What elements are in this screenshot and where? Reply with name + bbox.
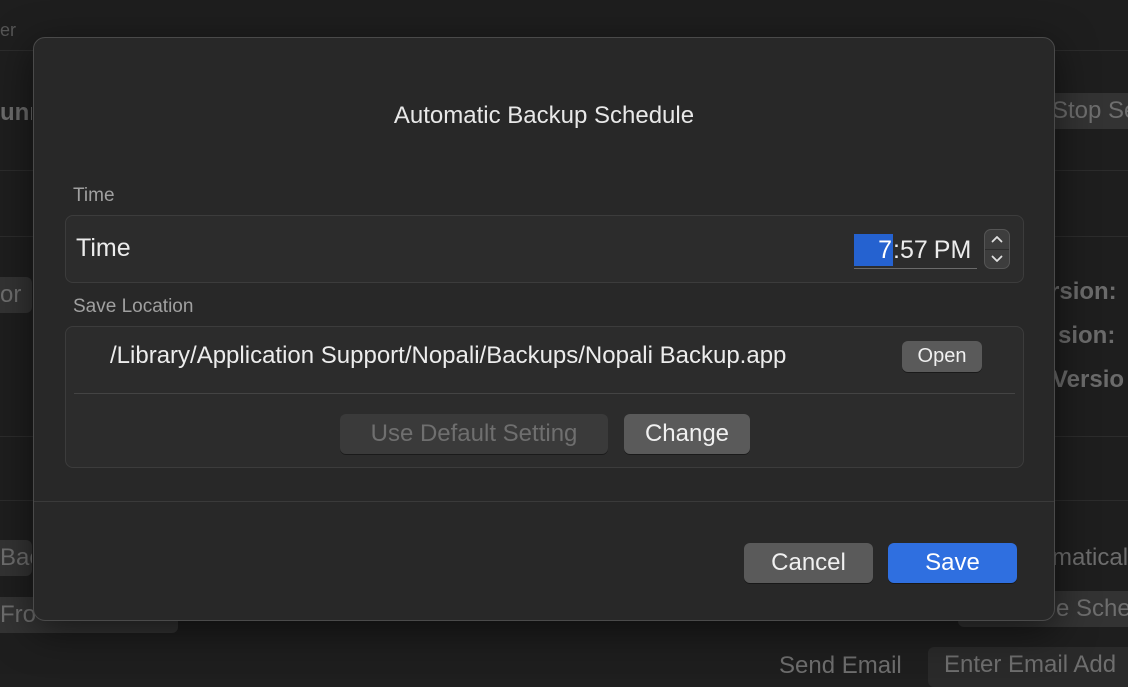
save-location-section-label: Save Location xyxy=(73,296,194,317)
background-button: Bac xyxy=(0,540,32,576)
time-colon: : xyxy=(893,235,900,264)
chevron-up-icon xyxy=(991,236,1003,243)
background-text: matical xyxy=(1052,544,1128,571)
background-label: Send Email xyxy=(779,652,902,679)
save-path-text: /Library/Application Support/Nopali/Back… xyxy=(110,342,787,369)
time-row-label: Time xyxy=(76,234,131,262)
group-divider xyxy=(74,393,1015,394)
cancel-button[interactable]: Cancel xyxy=(744,543,873,583)
time-group: Time 7 : 57 PM xyxy=(65,215,1024,283)
hour-segment[interactable]: 7 xyxy=(854,234,893,266)
ampm-segment[interactable]: PM xyxy=(934,234,972,266)
backup-schedule-dialog: Automatic Backup Schedule Time Time 7 : … xyxy=(33,37,1055,621)
stepper-up-button[interactable] xyxy=(985,230,1009,248)
stepper-down-button[interactable] xyxy=(985,248,1009,268)
time-section-label: Time xyxy=(73,185,115,206)
dialog-title: Automatic Backup Schedule xyxy=(393,102,695,129)
background-text: sion: xyxy=(1058,322,1116,349)
time-stepper[interactable] xyxy=(984,229,1010,269)
dialog-separator xyxy=(34,501,1054,502)
open-button[interactable]: Open xyxy=(902,341,982,372)
save-location-group: /Library/Application Support/Nopali/Back… xyxy=(65,326,1024,468)
background-button: Stop Se xyxy=(1044,93,1128,129)
background-text: Versio xyxy=(1052,366,1125,393)
save-button[interactable]: Save xyxy=(888,543,1017,583)
change-button[interactable]: Change xyxy=(624,414,750,454)
time-picker-field[interactable]: 7 : 57 PM xyxy=(854,232,977,269)
background-email-field: Enter Email Add xyxy=(928,647,1128,687)
minute-segment[interactable]: 57 xyxy=(900,234,928,266)
background-text: unn xyxy=(0,99,32,126)
background-button: or xyxy=(0,277,32,313)
use-default-setting-button[interactable]: Use Default Setting xyxy=(340,414,608,454)
chevron-down-icon xyxy=(991,255,1003,262)
background-text: er xyxy=(0,20,17,40)
background-text: rsion: xyxy=(1050,278,1117,305)
